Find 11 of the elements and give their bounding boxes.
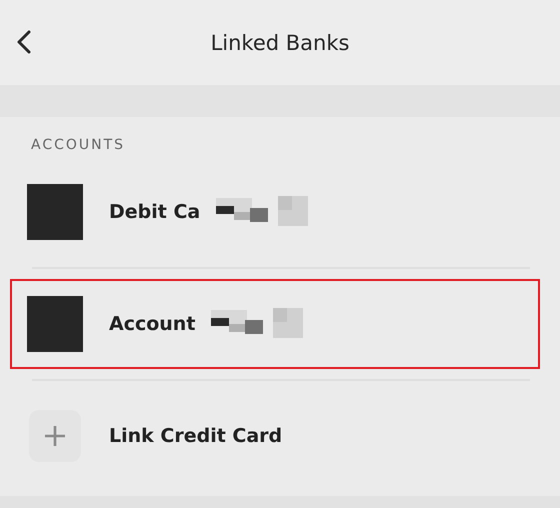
plus-icon — [29, 410, 81, 462]
bank-logo-icon — [27, 184, 83, 240]
list-item[interactable]: Link Credit Card — [10, 391, 540, 481]
item-label: Account — [109, 313, 196, 335]
page-title: Linked Banks — [210, 30, 350, 54]
list-item[interactable]: Debit Ca — [10, 167, 540, 257]
list-item[interactable]: Account — [10, 279, 540, 369]
item-label: Debit Ca — [109, 201, 200, 223]
item-label: Link Credit Card — [109, 425, 282, 447]
bank-logo-icon — [27, 296, 83, 352]
section-heading: ACCOUNTS — [31, 137, 126, 153]
